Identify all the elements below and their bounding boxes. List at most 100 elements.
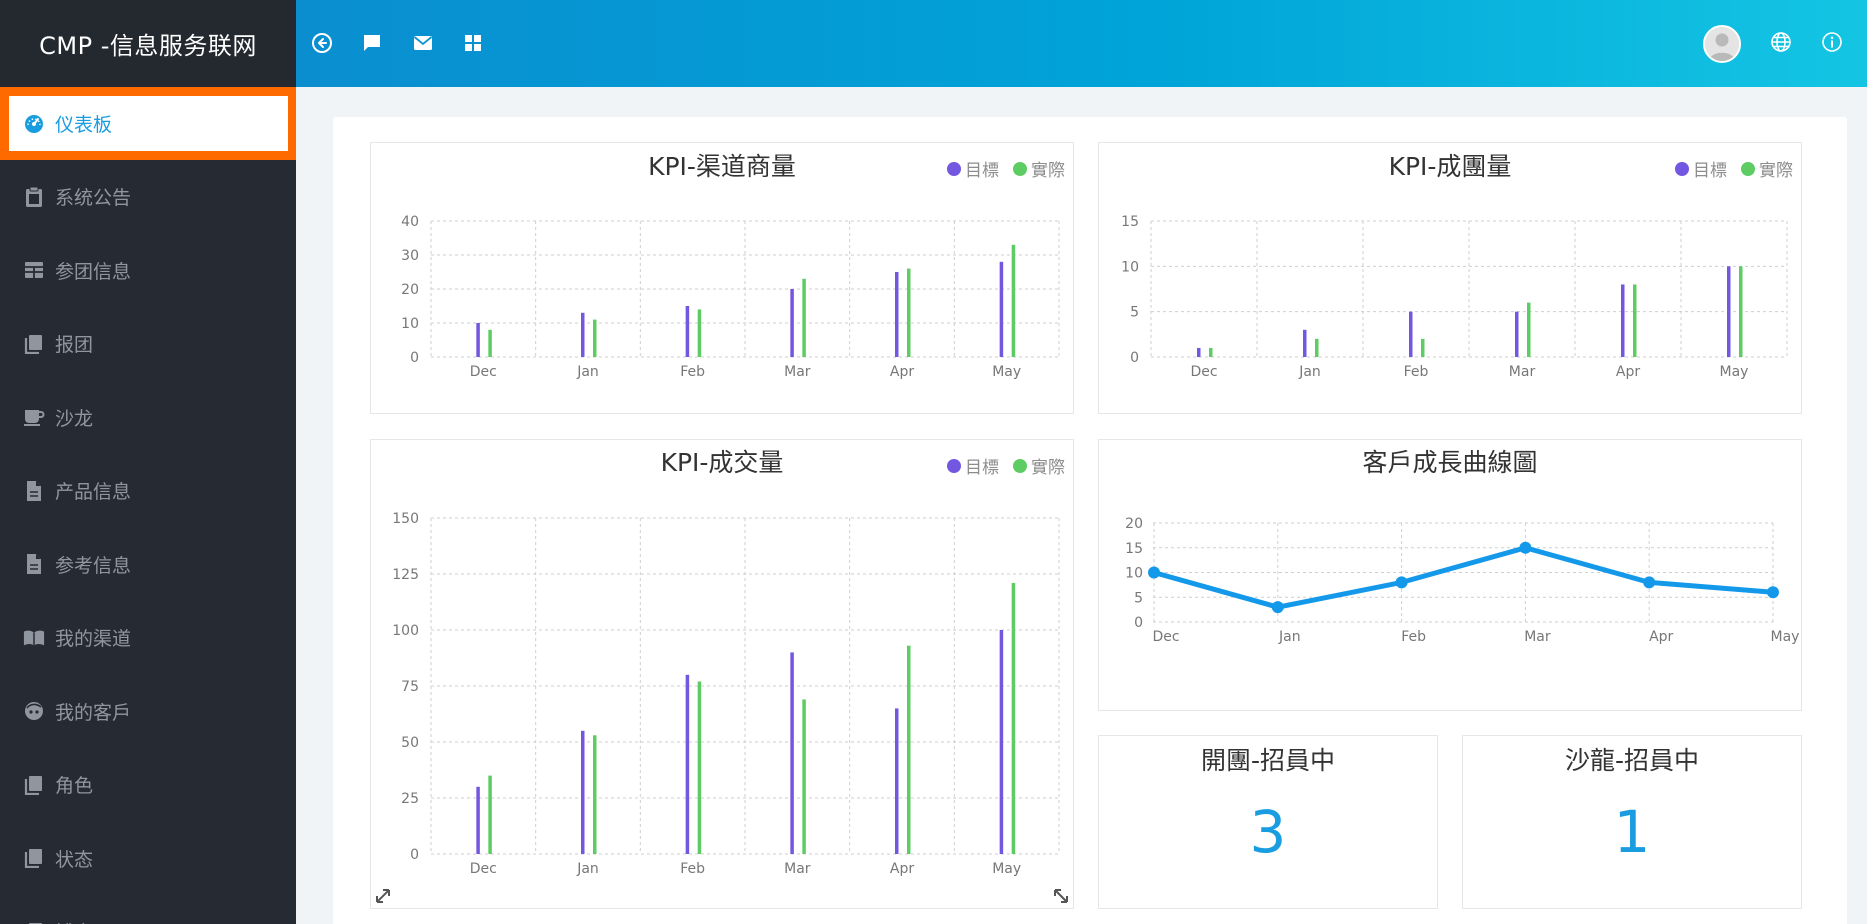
bar-target[interactable] (581, 312, 585, 357)
bar-target[interactable] (476, 323, 480, 357)
bar-actual[interactable] (1011, 244, 1016, 357)
bar-target[interactable] (790, 289, 794, 357)
sidebar-nav: 仪表板系统公告参团信息报团沙龙产品信息参考信息我的渠道我的客戶角色状态博客 (0, 87, 296, 924)
bar-actual[interactable] (593, 319, 597, 357)
bar-target[interactable] (1409, 311, 1413, 357)
y-tick-label: 75 (401, 679, 419, 695)
kpi-deal-chart: 0 25 50 75 100 125 150 Dec Jan Feb Mar Apr May (392, 511, 1060, 877)
bar-actual[interactable] (1209, 347, 1213, 357)
sidebar-item-label: 博客 (55, 918, 93, 924)
bar-target[interactable] (790, 652, 794, 854)
bar-actual[interactable] (488, 775, 492, 854)
bar-target[interactable] (685, 306, 690, 357)
sidebar-item-9[interactable]: 角色 (0, 748, 296, 822)
bar-actual[interactable] (802, 699, 806, 854)
bar-target[interactable] (1303, 329, 1307, 357)
info-icon[interactable] (1819, 29, 1845, 55)
stat-value: 3 (1249, 798, 1287, 866)
sidebar-item-label: 沙龙 (55, 407, 94, 430)
x-tick-label: Mar (784, 861, 811, 877)
y-tick-label: 25 (401, 791, 419, 807)
bar-actual[interactable] (1739, 266, 1743, 357)
bar-actual[interactable] (1421, 338, 1425, 357)
y-tick-label: 50 (401, 735, 419, 751)
bar-actual[interactable] (1011, 582, 1016, 854)
sidebar-item-7[interactable]: 我的渠道 (0, 601, 296, 675)
sidebar-item-5[interactable]: 产品信息 (0, 454, 296, 528)
bar-actual[interactable] (802, 278, 806, 357)
stat-label: 沙龍-招員中 (1564, 746, 1700, 775)
bar-actual[interactable] (488, 329, 492, 357)
mail-icon[interactable] (410, 30, 436, 56)
data-point[interactable] (1271, 601, 1284, 614)
sidebar-item-label: 系统公告 (55, 187, 132, 210)
expand-icon[interactable] (374, 887, 392, 905)
x-tick-label: Feb (1404, 364, 1429, 380)
data-point[interactable] (1643, 576, 1656, 589)
y-tick-label: 40 (401, 214, 419, 230)
bar-actual[interactable] (697, 309, 702, 357)
y-tick-label: 0 (1130, 350, 1139, 366)
sidebar-item-8[interactable]: 我的客戶 (0, 675, 296, 749)
bar-target[interactable] (1621, 284, 1625, 357)
sidebar-item-3[interactable]: 报团 (0, 307, 296, 381)
back-circle-icon[interactable] (309, 30, 335, 56)
bar-actual[interactable] (1315, 338, 1319, 357)
bar-actual[interactable] (593, 735, 597, 854)
data-point[interactable] (1519, 541, 1532, 554)
bar-actual[interactable] (907, 645, 911, 854)
bar-target[interactable] (581, 730, 585, 854)
bar-target[interactable] (999, 261, 1004, 357)
sidebar-item-10[interactable]: 状态 (0, 822, 296, 896)
globe-icon[interactable] (1768, 29, 1794, 55)
avatar[interactable] (1703, 25, 1741, 63)
x-tick-label: Dec (470, 364, 497, 380)
sidebar-item-2[interactable]: 参团信息 (0, 234, 296, 308)
sidebar: CMP -信息服务联网 仪表板 系统公告 参团信息 报团 沙龙 产品信息 参考信息 我的渠道我… (0, 0, 296, 924)
grid-icon[interactable] (460, 30, 486, 56)
bar-actual[interactable] (1527, 302, 1531, 357)
x-tick-label: Apr (1616, 364, 1640, 380)
x-tick-label: Dec (470, 861, 497, 877)
bar-target[interactable] (1515, 311, 1519, 357)
bar-target[interactable] (1197, 347, 1201, 357)
chat-icon[interactable] (359, 30, 385, 56)
bar-target[interactable] (895, 272, 899, 357)
bar-target[interactable] (476, 786, 480, 854)
y-tick-label: 20 (1125, 516, 1143, 532)
sidebar-item-0[interactable]: 仪表板 (0, 87, 296, 160)
bar-target[interactable] (685, 674, 690, 854)
bar-actual[interactable] (1633, 284, 1637, 357)
sidebar-item-6[interactable]: 参考信息 (0, 528, 296, 602)
kpi-group-chart-panel: KPI-成團量 目標 實際 0 5 10 15 Dec Jan Feb Mar Apr May (1098, 142, 1802, 414)
x-tick-label: Jan (576, 364, 599, 380)
x-tick-label: Mar (1524, 629, 1551, 645)
y-tick-label: 10 (1121, 259, 1139, 275)
y-tick-label: 0 (1134, 615, 1143, 631)
bar-actual[interactable] (697, 681, 702, 854)
open-group-recruiting-card[interactable]: 開團-招員中 3 (1098, 735, 1438, 909)
x-tick-label: Jan (1298, 364, 1321, 380)
y-tick-label: 20 (401, 282, 419, 298)
data-point[interactable] (1148, 566, 1160, 579)
y-tick-label: 125 (392, 567, 419, 583)
y-tick-label: 100 (392, 623, 419, 639)
x-tick-label: Apr (890, 364, 914, 380)
sidebar-item-11[interactable]: 博客 (0, 895, 296, 924)
resize-icon[interactable] (1052, 887, 1070, 905)
y-tick-label: 0 (410, 847, 419, 863)
topbar (296, 0, 1867, 87)
bar-target[interactable] (999, 630, 1004, 854)
bar-target[interactable] (895, 708, 899, 854)
data-point[interactable] (1767, 586, 1779, 599)
sidebar-item-1[interactable]: 系统公告 (0, 160, 296, 234)
data-point[interactable] (1395, 576, 1408, 589)
x-tick-label: Jan (1278, 629, 1301, 645)
x-tick-label: Jan (576, 861, 599, 877)
salon-recruiting-card[interactable]: 沙龍-招員中 1 (1462, 735, 1802, 909)
sidebar-item-label: 状态 (55, 848, 94, 871)
bar-target[interactable] (1727, 266, 1731, 357)
stat-label: 開團-招員中 (1200, 746, 1336, 775)
bar-actual[interactable] (907, 268, 911, 357)
sidebar-item-4[interactable]: 沙龙 (0, 381, 296, 455)
